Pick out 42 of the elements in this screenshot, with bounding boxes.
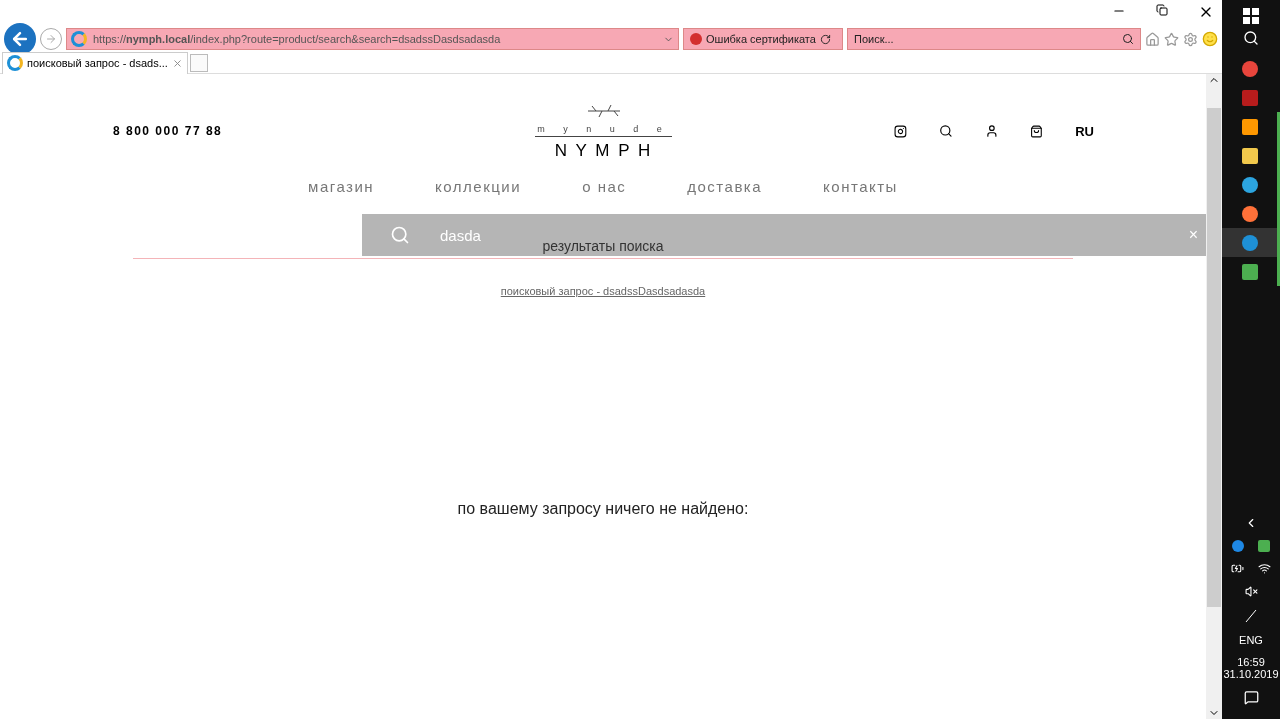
clock-time: 16:59	[1237, 656, 1265, 668]
home-icon[interactable]	[1145, 31, 1160, 47]
browser-tab[interactable]: поисковый запрос - dsads...	[2, 51, 188, 74]
language-indicator[interactable]: ENG	[1239, 634, 1263, 646]
search-icon[interactable]	[1243, 30, 1259, 46]
windows-icon[interactable]	[1243, 8, 1259, 24]
wifi-icon[interactable]	[1258, 562, 1271, 575]
restore-button[interactable]	[1156, 4, 1168, 16]
clock-date: 31.10.2019	[1223, 668, 1279, 680]
query-link[interactable]: поисковый запрос - dsadssDasdsadasda	[500, 285, 706, 297]
empty-message: по вашему запросу ничего не найдено:	[457, 500, 749, 518]
search-icon	[390, 225, 410, 245]
nav-link[interactable]: магазин	[308, 178, 375, 195]
search-value: dasda	[440, 226, 482, 244]
search-icon[interactable]	[938, 123, 953, 139]
search-icon	[1122, 33, 1134, 45]
error-icon	[690, 33, 702, 45]
phone-number: 8 800 000 77 88	[113, 124, 224, 138]
certificate-error-button[interactable]: Ошибка сертификата	[683, 28, 843, 50]
tray-app-icon[interactable]	[1232, 540, 1244, 552]
nav-link[interactable]: коллекции	[435, 178, 522, 195]
battery-icon[interactable]	[1231, 562, 1244, 575]
logo: m y n u d e N Y M P H	[535, 101, 672, 161]
browser-search-field[interactable]: Поиск...	[847, 28, 1141, 50]
address-field[interactable]: https://nymph.local/index.php?route=product/search&search=dsadssDasdsadasda	[66, 28, 679, 50]
refresh-icon	[819, 33, 831, 45]
nav-link[interactable]: доставка	[687, 178, 763, 195]
nav-link[interactable]: контакты	[823, 178, 898, 195]
scrollbar[interactable]	[1206, 74, 1222, 719]
mute-icon[interactable]	[1244, 585, 1258, 598]
nav-link[interactable]: о нас	[582, 178, 627, 195]
notification-icon[interactable]	[1243, 690, 1259, 705]
instagram-icon[interactable]	[894, 123, 907, 139]
close-tab-icon[interactable]	[171, 57, 183, 69]
page-heading: результаты поиска	[542, 238, 664, 254]
language-button[interactable]: RU	[1075, 123, 1094, 139]
back-button[interactable]	[4, 23, 36, 55]
settings-icon[interactable]	[1183, 31, 1198, 47]
star-icon[interactable]	[1164, 31, 1179, 47]
bag-icon[interactable]	[1030, 123, 1044, 139]
user-icon[interactable]	[984, 123, 999, 139]
back-arrow-icon[interactable]	[10, 29, 30, 49]
